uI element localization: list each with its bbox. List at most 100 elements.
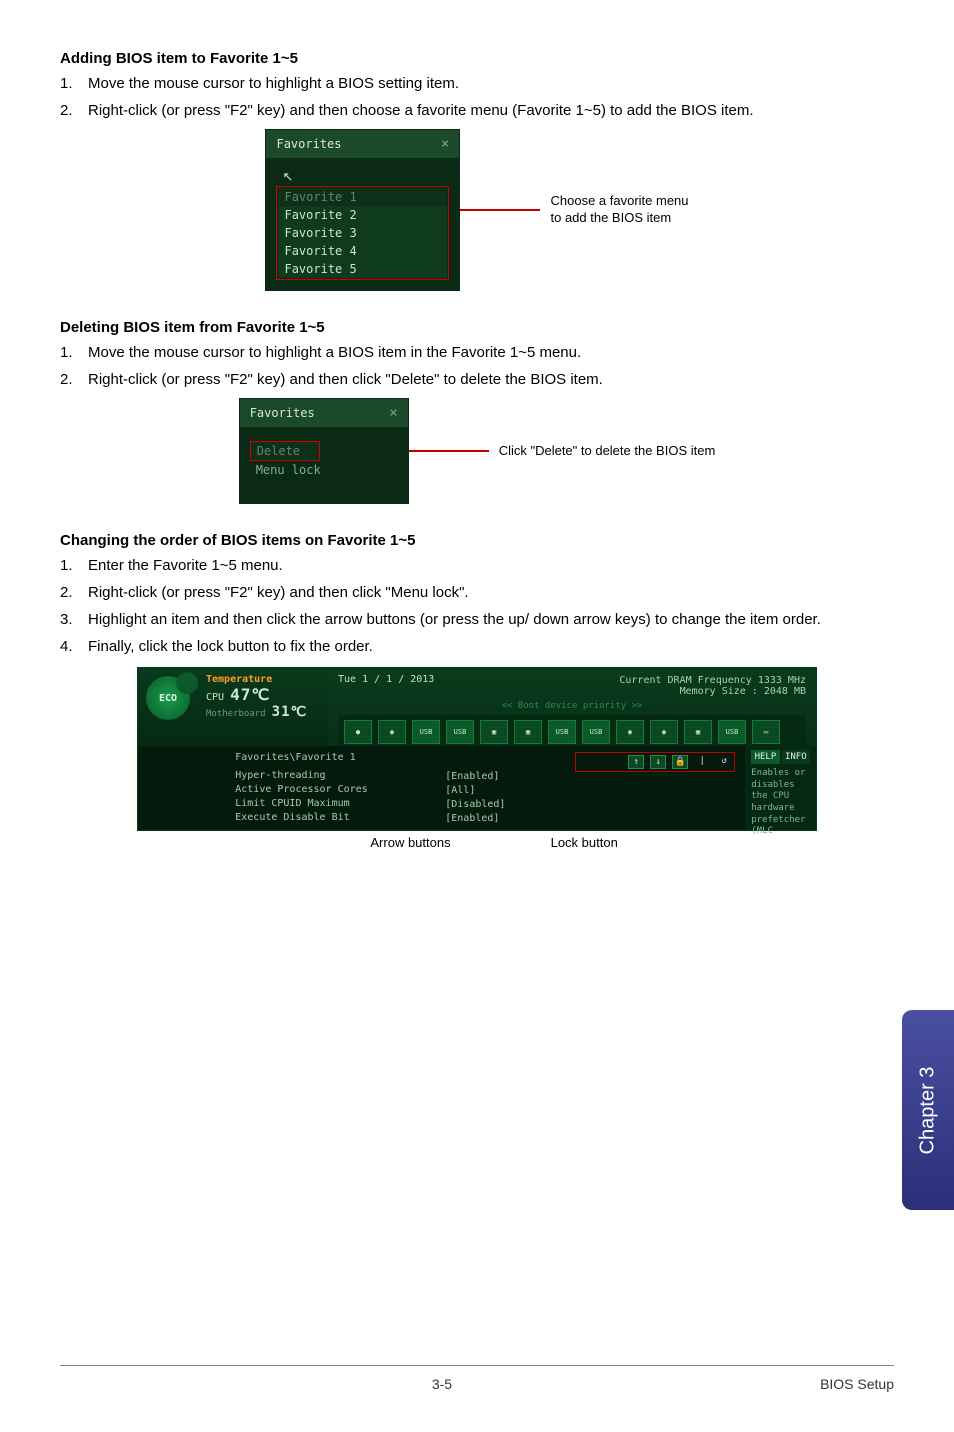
favorite-item-1[interactable]: Favorite 1 bbox=[278, 188, 447, 206]
history-icon: | bbox=[694, 755, 710, 769]
step-text: Enter the Favorite 1~5 menu. bbox=[88, 555, 283, 576]
callout-line: Choose a favorite menu bbox=[550, 193, 688, 210]
num: 1. bbox=[60, 73, 88, 94]
step-text: Right-click (or press "F2" key) and then… bbox=[88, 369, 603, 390]
favorites-popup: Favorites × ↖ Favorite 1 Favorite 2 Favo… bbox=[265, 129, 460, 291]
arrow-down-button[interactable]: ↓ bbox=[650, 755, 666, 769]
mb-label: Motherboard bbox=[206, 709, 266, 719]
section-name: BIOS Setup bbox=[820, 1376, 894, 1392]
popup-title: Favorites bbox=[276, 137, 341, 151]
mb-temp: 31℃ bbox=[272, 704, 308, 720]
boot-device-icon[interactable]: ◉ bbox=[378, 720, 406, 744]
boot-device-usb-icon[interactable]: USB bbox=[412, 720, 440, 744]
temperature-label: Temperature bbox=[206, 674, 320, 685]
list-add: 1.Move the mouse cursor to highlight a B… bbox=[60, 73, 894, 121]
boot-device-usb-icon[interactable]: USB bbox=[718, 720, 746, 744]
option-line[interactable]: Active Processor Cores bbox=[235, 783, 445, 797]
favorite-item-2[interactable]: Favorite 2 bbox=[278, 206, 447, 224]
popup-title: Favorites bbox=[250, 406, 315, 420]
bios-bottom-main: Favorites\Favorite 1 Hyper-threading Act… bbox=[225, 746, 745, 830]
figure-del: Favorites × Delete Menu lock Click "Dele… bbox=[60, 398, 894, 504]
options-column: Favorites\Favorite 1 Hyper-threading Act… bbox=[235, 752, 445, 824]
cursor-icon: ↖ bbox=[282, 169, 293, 184]
num: 3. bbox=[60, 609, 88, 630]
step-text: Highlight an item and then click the arr… bbox=[88, 609, 821, 630]
boot-device-icon[interactable]: ◉ bbox=[616, 720, 644, 744]
favorite-item-3[interactable]: Favorite 3 bbox=[278, 224, 447, 242]
undo-icon[interactable]: ↺ bbox=[716, 755, 732, 769]
help-text: Enables or disables the CPU hardware pre… bbox=[751, 768, 810, 838]
boot-device-icon[interactable]: ▭ bbox=[752, 720, 780, 744]
bios-bottom: Favorites\Favorite 1 Hyper-threading Act… bbox=[138, 746, 816, 830]
callout-del: Click "Delete" to delete the BIOS item bbox=[489, 443, 716, 460]
favorites-popup-del: Favorites × Delete Menu lock bbox=[239, 398, 409, 504]
path-title: Favorites\Favorite 1 bbox=[235, 752, 445, 763]
step-text: Right-click (or press "F2" key) and then… bbox=[88, 582, 469, 603]
help-column: HELP INFO Enables or disables the CPU ha… bbox=[745, 746, 816, 830]
cpu-label: CPU bbox=[206, 692, 224, 703]
favorite-item-4[interactable]: Favorite 4 bbox=[278, 242, 447, 260]
leaf-icon bbox=[176, 672, 198, 694]
figure-add: Favorites × ↖ Favorite 1 Favorite 2 Favo… bbox=[60, 129, 894, 291]
arrow-buttons-label: Arrow buttons bbox=[137, 835, 491, 850]
info-tab[interactable]: INFO bbox=[782, 750, 810, 764]
boot-device-usb-icon[interactable]: USB bbox=[582, 720, 610, 744]
callout-add: Choose a favorite menu to add the BIOS i… bbox=[540, 193, 688, 227]
favorite-item-5[interactable]: Favorite 5 bbox=[278, 260, 447, 278]
option-line[interactable]: Limit CPUID Maximum bbox=[235, 797, 445, 811]
option-line[interactable]: Execute Disable Bit bbox=[235, 811, 445, 825]
step-text: Right-click (or press "F2" key) and then… bbox=[88, 100, 754, 121]
boot-device-usb-icon[interactable]: USB bbox=[446, 720, 474, 744]
list-order: 1.Enter the Favorite 1~5 menu. 2.Right-c… bbox=[60, 555, 894, 657]
boot-device-icon[interactable]: ▣ bbox=[514, 720, 542, 744]
heading-del: Deleting BIOS item from Favorite 1~5 bbox=[60, 319, 894, 336]
boot-device-icon[interactable]: ● bbox=[344, 720, 372, 744]
boot-device-icon[interactable]: ◉ bbox=[650, 720, 678, 744]
bios-bottom-left bbox=[138, 746, 225, 830]
lock-button[interactable]: 🔒 bbox=[672, 755, 688, 769]
lock-button-label: Lock button bbox=[491, 835, 817, 850]
bios-screenshot: ECO Temperature CPU 47℃ Motherboard 31℃ … bbox=[137, 667, 817, 831]
delete-item[interactable]: Delete bbox=[250, 441, 320, 461]
close-icon[interactable]: × bbox=[389, 405, 397, 421]
temperature-block: Temperature CPU 47℃ Motherboard 31℃ bbox=[206, 674, 320, 720]
chapter-tab: Chapter 3 bbox=[902, 1010, 954, 1210]
num: 2. bbox=[60, 582, 88, 603]
popup-body: Delete Menu lock bbox=[240, 427, 408, 503]
num: 4. bbox=[60, 636, 88, 657]
bios-right-panel: Tue 1 / 1 / 2013 Current DRAM Frequency … bbox=[328, 668, 816, 746]
boot-device-usb-icon[interactable]: USB bbox=[548, 720, 576, 744]
mem-value: Memory Size : 2048 MB bbox=[338, 686, 806, 697]
values-column: [Enabled] [All] [Disabled] [Enabled] bbox=[445, 752, 575, 824]
close-icon[interactable]: × bbox=[441, 136, 449, 152]
favorites-list: Favorite 1 Favorite 2 Favorite 3 Favorit… bbox=[276, 186, 449, 280]
help-tab[interactable]: HELP bbox=[751, 750, 779, 764]
bios-left-panel: ECO Temperature CPU 47℃ Motherboard 31℃ bbox=[138, 668, 328, 746]
callout-line: to add the BIOS item bbox=[550, 210, 688, 227]
option-value: [Enabled] bbox=[445, 812, 575, 826]
cpu-temp: 47℃ bbox=[230, 685, 270, 704]
num: 2. bbox=[60, 369, 88, 390]
figure-labels: Arrow buttons Lock button bbox=[137, 835, 817, 850]
callout-connector bbox=[409, 450, 489, 452]
num: 1. bbox=[60, 555, 88, 576]
page-footer: . 3-5 BIOS Setup bbox=[60, 1365, 894, 1392]
option-value: [Disabled] bbox=[445, 798, 575, 812]
menulock-item[interactable]: Menu lock bbox=[250, 461, 398, 479]
popup-header: Favorites × bbox=[240, 399, 408, 427]
list-del: 1.Move the mouse cursor to highlight a B… bbox=[60, 342, 894, 390]
step-text: Move the mouse cursor to highlight a BIO… bbox=[88, 73, 459, 94]
help-tabs: HELP INFO bbox=[751, 750, 810, 764]
boot-device-icon[interactable]: ▣ bbox=[480, 720, 508, 744]
num: 1. bbox=[60, 342, 88, 363]
boot-device-icon[interactable]: ▣ bbox=[684, 720, 712, 744]
option-line[interactable]: Hyper-threading bbox=[235, 769, 445, 783]
popup-header: Favorites × bbox=[266, 130, 459, 158]
option-value: [All] bbox=[445, 784, 575, 798]
page-number: 3-5 bbox=[432, 1376, 452, 1392]
callout-connector bbox=[460, 209, 540, 211]
heading-add: Adding BIOS item to Favorite 1~5 bbox=[60, 50, 894, 67]
arrow-up-button[interactable]: ↑ bbox=[628, 755, 644, 769]
step-text: Finally, click the lock button to fix th… bbox=[88, 636, 373, 657]
controls-column: ↑ ↓ 🔒 | ↺ bbox=[575, 752, 735, 824]
